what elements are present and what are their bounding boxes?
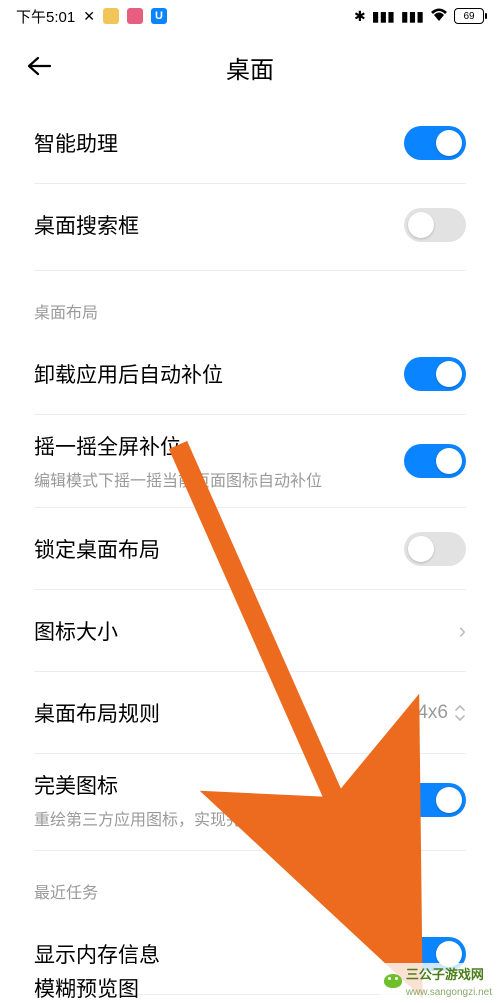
row-auto-fill[interactable]: 卸载应用后自动补位	[34, 333, 466, 415]
toggle-shake-fill[interactable]	[404, 444, 466, 478]
back-button[interactable]	[20, 48, 58, 86]
cutoff-row-label: 模糊预览图	[34, 973, 139, 1003]
row-perfect-icon[interactable]: 完美图标 重绘第三方应用图标，实现完美动画	[34, 754, 466, 846]
toggle-lock-layout[interactable]	[404, 532, 466, 566]
status-time: 下午5:01	[16, 6, 75, 27]
label-shake-fill: 摇一摇全屏补位	[34, 431, 322, 461]
wifi-icon	[430, 8, 448, 24]
watermark: 三公子游戏网 www.sangongzi.net	[380, 963, 496, 999]
app-indicator-pink	[127, 8, 143, 24]
toggle-perfect-icon[interactable]	[404, 783, 466, 817]
row-shake-fill[interactable]: 摇一摇全屏补位 编辑模式下摇一摇当前页面图标自动补位	[34, 415, 466, 508]
label-auto-fill: 卸载应用后自动补位	[34, 359, 223, 389]
app-indicator-yellow	[103, 8, 119, 24]
chevron-right-icon: ›	[459, 618, 466, 644]
section-recent-title: 最近任务	[34, 851, 466, 913]
toggle-smart-assistant[interactable]	[404, 126, 466, 160]
toggle-auto-fill[interactable]	[404, 357, 466, 391]
sub-shake-fill: 编辑模式下摇一摇当前页面图标自动补位	[34, 467, 322, 491]
sub-perfect-icon: 重绘第三方应用图标，实现完美动画	[34, 806, 290, 830]
section-layout-title: 桌面布局	[34, 271, 466, 333]
bluetooth-icon: ✱	[354, 9, 366, 23]
label-smart-assistant: 智能助理	[34, 128, 118, 158]
label-grid-rule: 桌面布局规则	[34, 698, 160, 728]
battery-indicator: 69	[454, 8, 484, 24]
toggle-desktop-search[interactable]	[404, 208, 466, 242]
row-desktop-search[interactable]: 桌面搜索框	[34, 184, 466, 266]
status-bar: 下午5:01 ✕ U ✱ ▮▮▮ ▮▮▮ 69	[0, 0, 500, 32]
row-grid-rule[interactable]: 桌面布局规则 4x6	[34, 672, 466, 754]
page-header: 桌面	[0, 32, 500, 102]
label-show-memory: 显示内存信息	[34, 939, 160, 969]
label-desktop-search: 桌面搜索框	[34, 210, 139, 240]
row-smart-assistant[interactable]: 智能助理	[34, 102, 466, 184]
value-grid-rule: 4x6	[417, 702, 466, 724]
label-lock-layout: 锁定桌面布局	[34, 534, 160, 564]
mute-icon: ✕	[83, 9, 95, 23]
row-icon-size[interactable]: 图标大小 ›	[34, 590, 466, 672]
app-indicator-blue: U	[151, 8, 167, 24]
signal-icon-1: ▮▮▮	[372, 9, 395, 23]
page-title: 桌面	[0, 50, 500, 85]
label-icon-size: 图标大小	[34, 616, 118, 646]
label-perfect-icon: 完美图标	[34, 770, 290, 800]
watermark-logo-icon	[384, 974, 402, 988]
signal-icon-2: ▮▮▮	[401, 9, 424, 23]
row-lock-layout[interactable]: 锁定桌面布局	[34, 508, 466, 590]
